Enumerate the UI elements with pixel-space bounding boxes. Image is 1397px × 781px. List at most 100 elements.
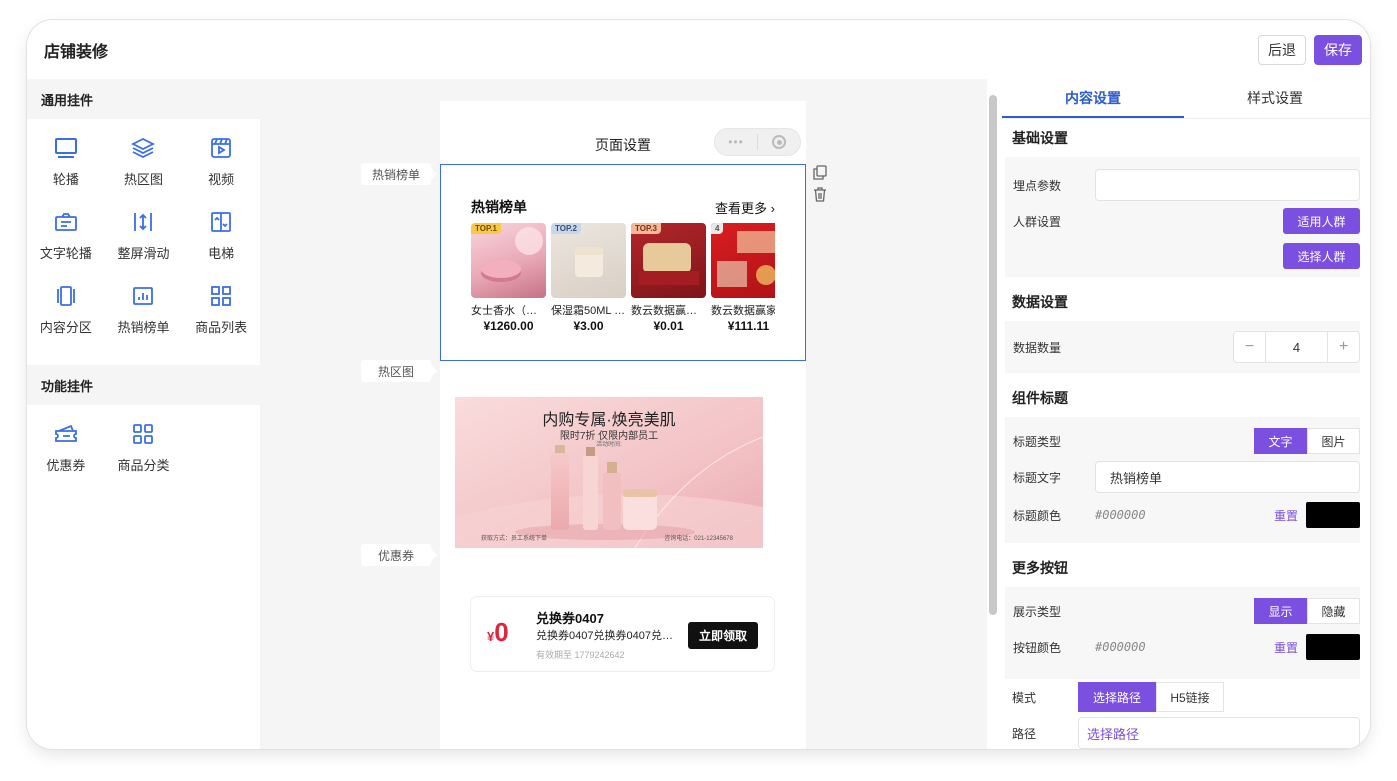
banner-time: 活动时间: — [596, 442, 622, 448]
copy-icon[interactable] — [813, 165, 827, 183]
mode-select-path[interactable]: 选择路径 — [1078, 682, 1156, 712]
canvas-scrollbar[interactable] — [989, 95, 997, 615]
carousel-icon — [53, 135, 79, 161]
select-crowd-button[interactable]: 选择人群 — [1283, 243, 1360, 269]
product-image: TOP.1 — [471, 223, 546, 298]
title-type-text[interactable]: 文字 — [1254, 428, 1307, 454]
link-settings: 模式 选择路径 H5链接 路径 选择路径 — [1002, 679, 1370, 749]
product-image: TOP.3 — [631, 223, 706, 298]
apply-crowd-button[interactable]: 适用人群 — [1283, 208, 1360, 234]
product-name: 数云数据赢家… — [631, 305, 706, 317]
title-text-label: 标题文字 — [1013, 470, 1062, 485]
title-type-label: 标题类型 — [1013, 434, 1062, 449]
more-dots-icon: ••• — [728, 135, 744, 149]
section-tag-hotspot[interactable]: 热区图 — [361, 360, 437, 382]
save-button[interactable]: 保存 — [1314, 34, 1362, 65]
category-grid-icon — [130, 421, 156, 447]
coupon-icon — [53, 421, 79, 447]
product-card[interactable]: TOP.1 女士香水（茉… ¥1260.00 — [471, 223, 546, 333]
product-card[interactable]: TOP.2 保湿霜50ML … ¥3.00 — [551, 223, 626, 333]
button-color-swatch[interactable] — [1306, 634, 1360, 660]
display-hide[interactable]: 隐藏 — [1307, 598, 1360, 624]
component-title-box: 标题类型 文字 图片 标题文字 热销榜单 标题颜色 #000000 重置 — [1005, 417, 1360, 543]
bestseller-title: 热销榜单 — [471, 199, 527, 215]
widget-fullscreen-swipe[interactable]: 整屏滑动 — [105, 205, 183, 279]
hotspot-banner[interactable]: 内购专属·焕亮美肌 限时7折 仅限内部员工 活动时间: 获取方式：员工系统下单 … — [455, 397, 763, 548]
section-tag-bestseller[interactable]: 热销榜单 — [361, 163, 437, 185]
display-type-toggle: 显示 隐藏 — [1254, 598, 1360, 624]
data-count-value[interactable]: 4 — [1265, 332, 1328, 362]
elevator-icon — [208, 209, 234, 235]
delete-icon[interactable] — [813, 187, 827, 205]
product-image: TOP.2 — [551, 223, 626, 298]
widget-product-list[interactable]: 商品列表 — [182, 279, 260, 353]
widget-label: 内容分区 — [39, 320, 92, 335]
coupon-value: 0 — [494, 617, 509, 647]
widget-text-carousel[interactable]: 文字轮播 — [27, 205, 105, 279]
top-bar: 店铺装修 后退 保存 — [27, 20, 1370, 79]
widget-coupon[interactable]: 优惠券 — [27, 417, 105, 491]
general-widgets-header: 通用挂件 — [27, 79, 260, 119]
coupon-card[interactable]: ¥0 兑换券0407 兑换券0407兑换券0407兑换券0407 有效期至 17… — [471, 597, 774, 671]
basic-settings-header: 基础设置 — [1012, 130, 1068, 146]
product-name: 保湿霜50ML … — [551, 305, 626, 317]
widget-content-section[interactable]: 内容分区 — [27, 279, 105, 353]
component-title-header: 组件标题 — [1012, 390, 1068, 406]
function-widgets-header: 功能挂件 — [27, 365, 260, 405]
title-text-input[interactable]: 热销榜单 — [1095, 461, 1360, 493]
widget-label: 文字轮播 — [39, 246, 92, 261]
mode-h5-link[interactable]: H5链接 — [1156, 682, 1224, 712]
decrement-button[interactable]: − — [1234, 332, 1265, 362]
product-price: ¥3.00 — [573, 319, 604, 333]
view-more-label: 查看更多 — [715, 200, 768, 216]
widget-video[interactable]: 视频 — [182, 131, 260, 205]
content-section-icon — [53, 283, 79, 309]
mode-toggle: 选择路径 H5链接 — [1078, 682, 1224, 712]
increment-button[interactable]: + — [1328, 332, 1359, 362]
path-select-input[interactable]: 选择路径 — [1078, 717, 1360, 749]
title-color-swatch[interactable] — [1306, 502, 1360, 528]
claim-coupon-button[interactable]: 立即领取 — [687, 622, 758, 649]
widget-carousel[interactable]: 轮播 — [27, 131, 105, 205]
view-more-link[interactable]: 查看更多 › — [715, 198, 775, 217]
widget-product-category[interactable]: 商品分类 — [105, 417, 183, 491]
rank-badge: TOP.2 — [551, 223, 581, 234]
widget-label: 商品列表 — [195, 320, 248, 335]
basic-settings-box: 埋点参数 人群设置 适用人群 选择人群 — [1005, 157, 1360, 277]
widget-elevator[interactable]: 电梯 — [182, 205, 260, 279]
button-color-reset[interactable]: 重置 — [1274, 639, 1298, 656]
bestseller-section[interactable]: 热销榜单 查看更多 › TOP.1 女士香水（茉… ¥1260.00 TOP.2… — [440, 164, 806, 361]
product-name: 数云数据赢家 — [711, 305, 775, 317]
widget-bestseller[interactable]: 热销榜单 — [105, 279, 183, 353]
tracking-param-input[interactable] — [1095, 169, 1360, 201]
widget-label: 商品分类 — [117, 458, 170, 473]
product-image: 4 — [711, 223, 775, 298]
widget-label: 电梯 — [208, 246, 235, 261]
display-type-label: 展示类型 — [1013, 604, 1062, 619]
title-color-value[interactable]: #000000 — [1095, 508, 1146, 522]
back-button[interactable]: 后退 — [1258, 34, 1306, 65]
rank-badge: TOP.3 — [631, 223, 661, 234]
mini-program-capsule: ••• — [714, 128, 801, 156]
title-type-image[interactable]: 图片 — [1307, 428, 1360, 454]
rank-badge: TOP.1 — [471, 223, 501, 234]
design-canvas: 热销榜单 热区图 优惠券 页面设置 ••• 热销榜单 查看更多 › TOP.1 … — [260, 79, 987, 749]
widget-panel: 通用挂件 轮播 热区图 视频 文字轮播 整屏滑动 电梯 内容分区 热销榜单 商品… — [27, 79, 260, 749]
product-card[interactable]: 4 数云数据赢家 ¥111.11 — [711, 223, 775, 333]
product-card[interactable]: TOP.3 数云数据赢家… ¥0.01 — [631, 223, 706, 333]
widget-label: 优惠券 — [46, 458, 86, 473]
title-color-reset[interactable]: 重置 — [1274, 507, 1298, 524]
crowd-settings-label: 人群设置 — [1013, 214, 1062, 229]
display-show[interactable]: 显示 — [1254, 598, 1307, 624]
product-price: ¥0.01 — [653, 319, 684, 333]
title-color-label: 标题颜色 — [1013, 508, 1062, 523]
widget-hotspot-image[interactable]: 热区图 — [105, 131, 183, 205]
button-color-value[interactable]: #000000 — [1095, 640, 1146, 654]
tab-content-settings[interactable]: 内容设置 — [1002, 79, 1184, 118]
text-carousel-icon — [53, 209, 79, 235]
widget-label: 视频 — [208, 172, 235, 187]
section-tag-coupon[interactable]: 优惠券 — [361, 544, 437, 566]
tab-style-settings[interactable]: 样式设置 — [1184, 79, 1366, 118]
rank-badge: 4 — [711, 223, 724, 234]
data-count-label: 数据数量 — [1013, 340, 1062, 355]
